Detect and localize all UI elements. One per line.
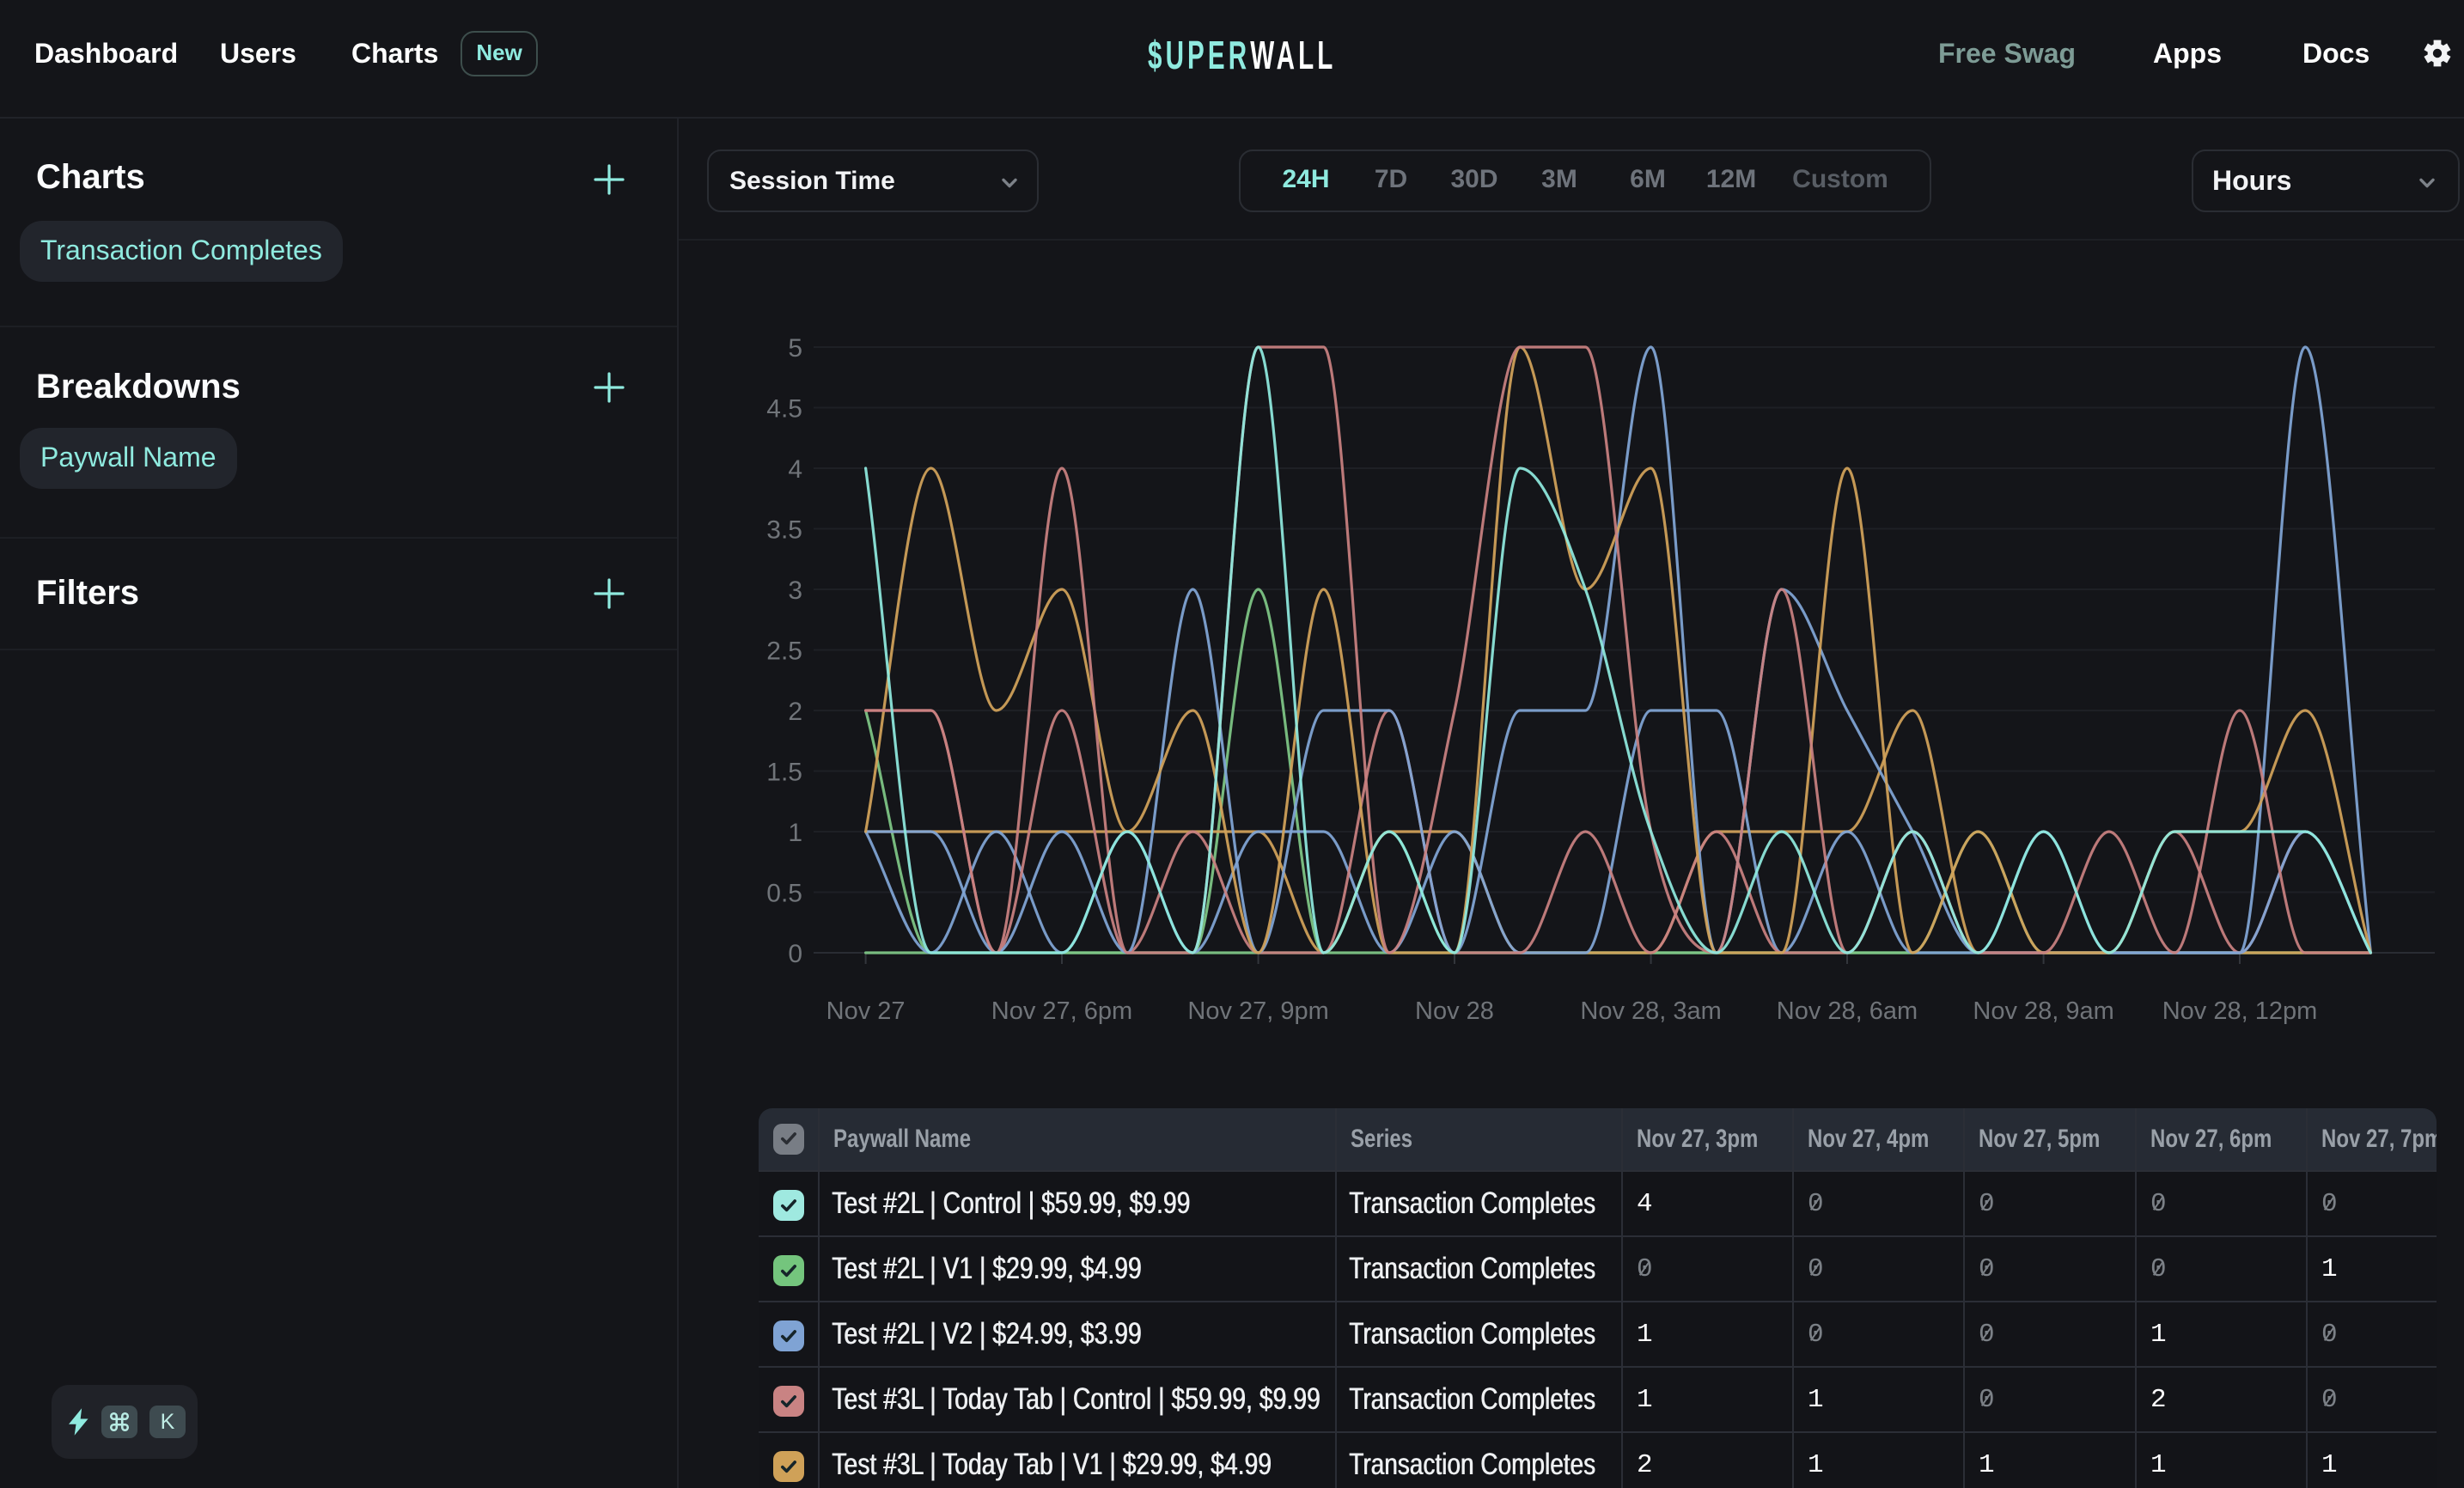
svg-text:3.5: 3.5 bbox=[766, 516, 802, 545]
svg-text:2.5: 2.5 bbox=[766, 637, 802, 666]
svg-text:1.5: 1.5 bbox=[766, 759, 802, 787]
svg-text:Nov 27, 6pm: Nov 27, 6pm bbox=[991, 997, 1132, 1025]
svg-text:3: 3 bbox=[788, 576, 802, 605]
svg-text:Nov 28, 3am: Nov 28, 3am bbox=[1580, 997, 1721, 1025]
svg-text:4: 4 bbox=[788, 455, 802, 484]
svg-text:Nov 27, 9pm: Nov 27, 9pm bbox=[1187, 997, 1328, 1025]
svg-text:5: 5 bbox=[788, 334, 802, 363]
svg-text:1: 1 bbox=[788, 819, 802, 847]
svg-text:2: 2 bbox=[788, 698, 802, 726]
svg-text:Nov 28, 9am: Nov 28, 9am bbox=[1973, 997, 2113, 1025]
svg-text:Nov 28, 6am: Nov 28, 6am bbox=[1777, 997, 1918, 1025]
svg-text:0.5: 0.5 bbox=[766, 880, 802, 908]
svg-text:Nov 28, 12pm: Nov 28, 12pm bbox=[2162, 997, 2318, 1025]
svg-text:4.5: 4.5 bbox=[766, 395, 802, 424]
svg-text:0: 0 bbox=[788, 940, 802, 968]
svg-text:Nov 27: Nov 27 bbox=[826, 997, 906, 1025]
svg-text:Nov 28: Nov 28 bbox=[1415, 997, 1494, 1025]
